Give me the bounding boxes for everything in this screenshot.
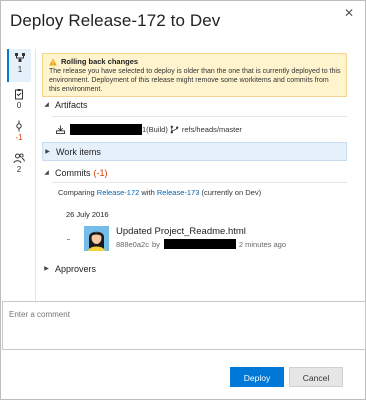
comparing-line: Comparing Release-172 with Release-173 (… (58, 188, 261, 197)
commit-date: 26 July 2016 (66, 210, 109, 219)
rail-divider (35, 49, 36, 309)
close-icon[interactable]: ✕ (342, 6, 356, 20)
commit-meta: 888e0a2c by 2 minutes ago (116, 239, 286, 249)
warning-title: Rolling back changes (61, 57, 139, 66)
comparing-prefix: Comparing (58, 188, 95, 197)
artifacts-label: Artifacts (55, 99, 88, 110)
deploy-dialog: Deploy Release-172 to Dev ✕ 1 0 -1 2 Rol… (0, 0, 366, 400)
rail-item-commits[interactable]: -1 (7, 117, 31, 147)
side-rail: 1 0 -1 2 (7, 49, 31, 185)
person-avatar-icon (84, 226, 109, 251)
rail-count-commits: -1 (15, 133, 23, 142)
commits-label: Commits (55, 167, 91, 178)
redacted-author (163, 239, 236, 249)
approvers-label: Approvers (55, 263, 97, 274)
approvers-section[interactable]: ▶ Approvers (42, 260, 347, 277)
people-icon (13, 153, 25, 164)
rail-item-approvers[interactable]: 2 (7, 149, 31, 179)
expand-triangle-icon: ▶ (44, 266, 49, 272)
commits-count: (-1) (93, 167, 108, 178)
artifact-row: 1(Build) refs/heads/master (56, 122, 242, 136)
comment-input[interactable] (2, 301, 366, 350)
cancel-button[interactable]: Cancel (289, 367, 343, 387)
collapse-triangle-icon: ◢ (44, 170, 49, 176)
rollback-warning: Rolling back changes The release you hav… (42, 53, 347, 97)
commit-title[interactable]: Updated Project_Readme.html (116, 226, 246, 237)
commit-bullet (67, 239, 70, 240)
commits-section[interactable]: ◢ Commits (-1) (42, 164, 347, 181)
rail-item-pipeline[interactable]: 1 (7, 49, 31, 82)
redacted-artifact-name (70, 123, 142, 135)
dialog-title: Deploy Release-172 to Dev (10, 11, 221, 30)
commit-hash: 888e0a2c (116, 239, 149, 249)
artifacts-divider (52, 116, 347, 117)
to-release-link[interactable]: Release-173 (157, 188, 200, 197)
commits-divider (52, 182, 347, 183)
branch-icon (170, 125, 179, 133)
warning-icon (49, 57, 57, 65)
artifact-branch: refs/heads/master (181, 124, 242, 134)
build-artifact-icon (56, 124, 65, 134)
rail-item-work-items[interactable]: 0 (7, 85, 31, 115)
rail-count-approvers: 2 (16, 165, 22, 174)
commit-by: by (151, 239, 160, 249)
rail-count-pipeline: 1 (17, 65, 23, 74)
commit-item[interactable]: Updated Project_Readme.html 888e0a2c by … (67, 225, 327, 255)
artifacts-section[interactable]: ◢ Artifacts (42, 96, 347, 113)
from-release-link[interactable]: Release-172 (97, 188, 140, 197)
avatar (84, 226, 109, 251)
work-item-icon (15, 89, 23, 100)
pipeline-icon (15, 53, 25, 62)
warning-body: The release you have selected to deploy … (49, 68, 341, 93)
work-items-section[interactable]: ▶ Work items (42, 142, 347, 161)
expand-triangle-icon: ▶ (45, 149, 50, 155)
commit-icon (16, 120, 22, 132)
rail-count-work-items: 0 (16, 101, 22, 110)
commit-time: 2 minutes ago (238, 239, 286, 249)
work-items-label: Work items (56, 146, 101, 157)
artifact-version: 1(Build) (142, 124, 168, 134)
deploy-button[interactable]: Deploy (230, 367, 284, 387)
with-word: with (141, 188, 155, 197)
comparing-suffix: (currently on Dev) (201, 188, 262, 197)
collapse-triangle-icon: ◢ (44, 102, 49, 108)
